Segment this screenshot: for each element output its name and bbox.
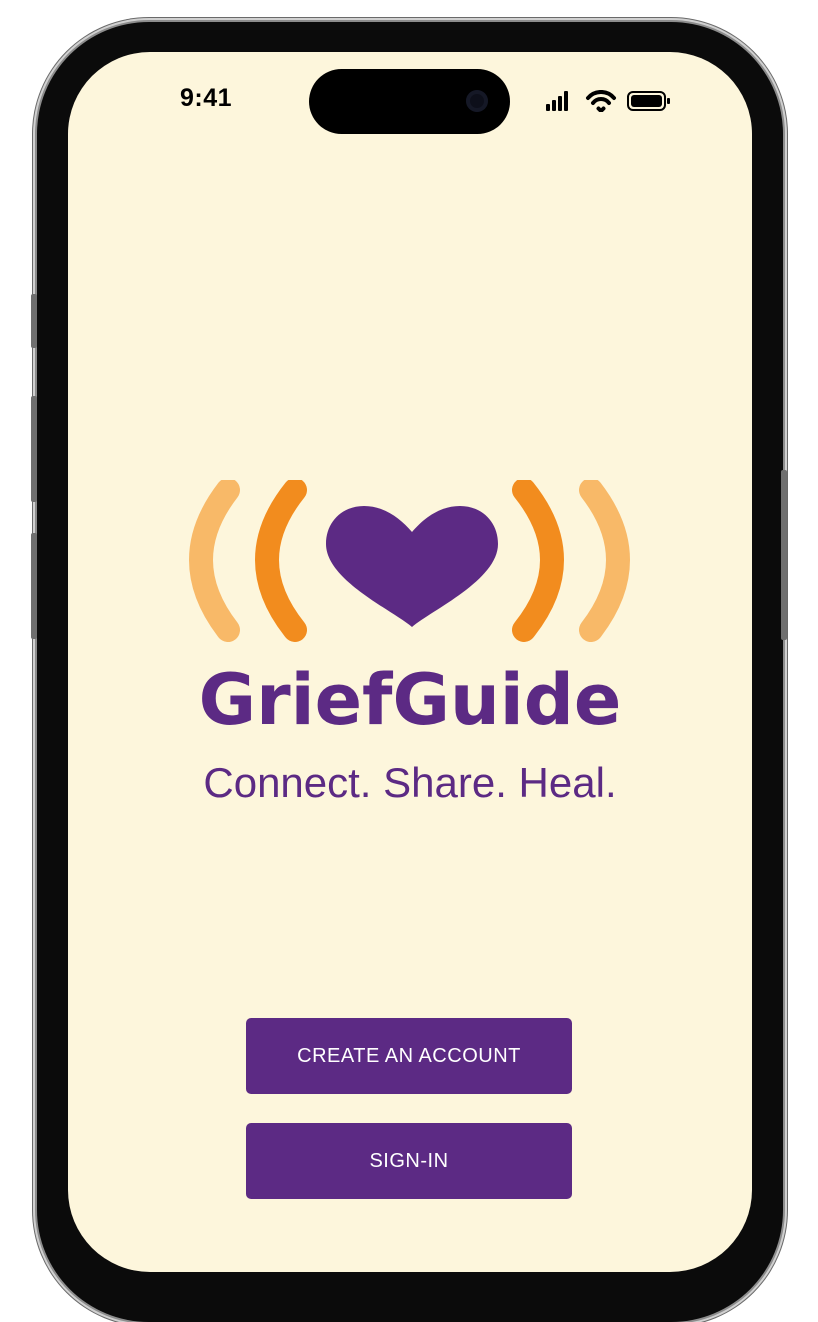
- app-logo: [189, 480, 630, 642]
- inner-left-wave-icon: [255, 480, 307, 642]
- outer-right-wave-icon: [579, 480, 630, 642]
- action-button: [31, 294, 37, 348]
- create-account-button[interactable]: CREATE AN ACCOUNT: [246, 1018, 572, 1094]
- volume-up-button: [31, 396, 37, 502]
- signal-icon: [546, 91, 568, 111]
- power-button: [781, 470, 787, 640]
- heart-icon: [326, 506, 498, 627]
- status-time: 9:41: [180, 84, 233, 112]
- app-screen: 9:41 GriefGuide Connect. Share. Heal. CR…: [68, 52, 752, 1272]
- sign-in-button[interactable]: SIGN-IN: [246, 1123, 572, 1199]
- outer-left-wave-icon: [189, 480, 240, 642]
- app-name: GriefGuide: [198, 659, 622, 741]
- app-tagline: Connect. Share. Heal.: [203, 759, 617, 806]
- front-camera: [466, 90, 488, 112]
- inner-right-wave-icon: [512, 480, 564, 642]
- wifi-icon: [586, 90, 616, 112]
- dynamic-island: [309, 69, 510, 134]
- status-icons: [546, 90, 670, 112]
- status-bar: 9:41: [68, 52, 752, 152]
- battery-icon: [627, 91, 670, 111]
- volume-down-button: [31, 533, 37, 639]
